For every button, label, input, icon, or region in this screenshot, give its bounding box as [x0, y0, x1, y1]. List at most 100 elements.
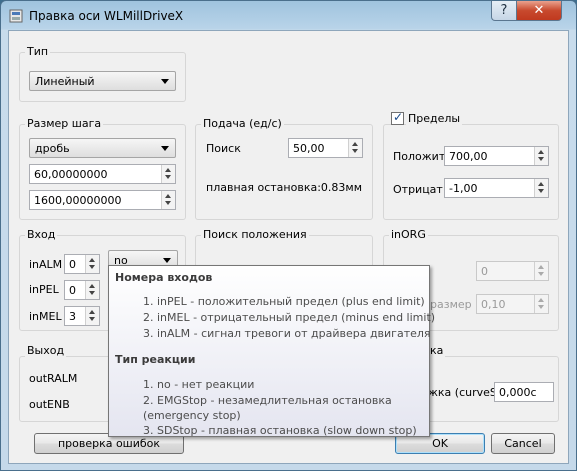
chevron-down-icon: [161, 79, 169, 84]
type-combo[interactable]: Линейный: [29, 71, 176, 91]
spin-buttons[interactable]: [534, 179, 548, 197]
spin-down-icon[interactable]: [89, 291, 95, 295]
chevron-down-icon: [161, 146, 169, 151]
outenb-label: outENB: [29, 398, 70, 411]
tooltip-item: 2. EMGStop - незамедлительная остановка: [143, 394, 392, 407]
positive-limit-value: 700,00: [449, 150, 488, 163]
step-denominator-value: 1600,00000000: [34, 194, 122, 207]
spin-buttons[interactable]: [85, 307, 99, 325]
inorg-size-label: размер: [430, 298, 472, 311]
inorg-size-input[interactable]: 0,10: [476, 294, 549, 314]
close-button[interactable]: ✕: [516, 1, 562, 21]
tooltip-popup: Номера входов 1. inPEL - положительный п…: [108, 265, 435, 437]
check-errors-label: проверка ошибок: [57, 437, 161, 450]
cancel-button[interactable]: Cancel: [491, 433, 555, 454]
spin-down-icon[interactable]: [89, 317, 95, 321]
inorg-group-title: inORG: [389, 228, 428, 241]
spin-down-icon[interactable]: [538, 157, 544, 161]
tooltip-item: 2. inMEL - отрицательный предел (minus e…: [143, 311, 436, 324]
negative-limit-input[interactable]: -1,00: [444, 178, 549, 198]
limits-checkbox[interactable]: ✓: [391, 110, 404, 125]
spin-down-icon[interactable]: [165, 201, 171, 205]
step-numerator-value: 60,00000000: [34, 168, 108, 181]
positive-limit-input[interactable]: 700,00: [444, 146, 549, 166]
spin-up-icon[interactable]: [538, 265, 544, 269]
tooltip-item: 3. SDStop - плавная остановка (slow down…: [143, 424, 417, 437]
feed-search-input[interactable]: 50,00: [288, 138, 363, 158]
window-title: Правка оси WLMillDriveX: [29, 9, 184, 23]
spin-up-icon[interactable]: [352, 142, 358, 146]
step-mode-combo[interactable]: дробь: [29, 138, 176, 158]
smooth-stop-text: плавная остановка:0.83мм: [206, 181, 363, 194]
inmel-input[interactable]: 3: [64, 306, 100, 326]
tooltip-heading-inputs: Номера входов: [115, 271, 213, 284]
inpel-label: inPEL: [29, 283, 59, 296]
feed-search-value: 50,00: [293, 142, 325, 155]
negative-limit-value: -1,00: [449, 182, 478, 195]
inorg-value: 0: [481, 265, 488, 278]
step-mode-value: дробь: [35, 142, 70, 155]
negative-limit-label: Отрицат: [393, 183, 443, 196]
spin-buttons[interactable]: [534, 262, 548, 280]
step-denominator-input[interactable]: 1600,00000000: [29, 190, 176, 210]
inorg-size-value: 0,10: [481, 298, 506, 311]
check-icon: ✓: [393, 110, 404, 124]
spin-down-icon[interactable]: [89, 265, 95, 269]
spin-buttons[interactable]: [161, 191, 175, 209]
spin-down-icon[interactable]: [538, 272, 544, 276]
spin-down-icon[interactable]: [165, 175, 171, 179]
spin-up-icon[interactable]: [538, 182, 544, 186]
inpel-input[interactable]: 0: [64, 280, 100, 300]
help-icon: ?: [500, 3, 508, 18]
spin-down-icon[interactable]: [352, 149, 358, 153]
inalm-input[interactable]: 0: [64, 254, 100, 274]
inmel-label: inMEL: [29, 310, 62, 323]
inorg-input[interactable]: 0: [476, 261, 549, 281]
inpel-value: 0: [69, 284, 76, 297]
positive-limit-label: Положит: [393, 150, 446, 163]
spin-up-icon[interactable]: [165, 168, 171, 172]
tooltip-item: (emergency stop): [143, 409, 241, 422]
curve-group-title: ка: [428, 344, 446, 357]
curve-value: 0,000c: [499, 386, 537, 399]
spin-up-icon[interactable]: [89, 258, 95, 262]
limits-group: [383, 124, 559, 220]
title-bar[interactable]: Правка оси WLMillDriveX ? ✕: [1, 1, 577, 31]
inalm-value: 0: [69, 258, 76, 271]
step-numerator-input[interactable]: 60,00000000: [29, 164, 176, 184]
tooltip-heading-reaction: Тип реакции: [115, 353, 196, 366]
chevron-down-icon: [163, 258, 171, 263]
help-button[interactable]: ?: [491, 1, 517, 21]
curve-input[interactable]: 0,000c: [494, 382, 554, 402]
cancel-label: Cancel: [504, 437, 542, 450]
input-group-title: Вход: [25, 228, 58, 241]
spin-up-icon[interactable]: [89, 284, 95, 288]
spin-buttons[interactable]: [348, 139, 362, 157]
spin-buttons[interactable]: [161, 165, 175, 183]
tooltip-item: 3. inALM - сигнал тревоги от драйвера дв…: [143, 327, 431, 340]
spin-up-icon[interactable]: [165, 194, 171, 198]
spin-buttons[interactable]: [534, 295, 548, 313]
spin-down-icon[interactable]: [538, 189, 544, 193]
tooltip-item: 1. no - нет реакции: [143, 378, 255, 391]
spin-buttons[interactable]: [85, 281, 99, 299]
inmel-value: 3: [69, 310, 76, 323]
position-search-group-title: Поиск положения: [201, 228, 309, 241]
feed-group-title: Подача (ед/с): [201, 117, 284, 130]
spin-up-icon[interactable]: [538, 298, 544, 302]
app-icon: [9, 9, 23, 23]
spin-down-icon[interactable]: [538, 305, 544, 309]
spin-buttons[interactable]: [534, 147, 548, 165]
outralm-label: outRALM: [29, 372, 78, 385]
ok-label: OK: [432, 437, 448, 450]
type-group-title: Тип: [25, 45, 51, 58]
curve-label: жка (curveS): [428, 386, 502, 399]
output-group-title: Выход: [25, 344, 67, 357]
tooltip-item: 1. inPEL - положительный предел (plus en…: [143, 295, 425, 308]
spin-buttons[interactable]: [85, 255, 99, 273]
inalm-label: inALM: [29, 258, 63, 271]
spin-up-icon[interactable]: [538, 150, 544, 154]
limits-group-title: Пределы: [406, 112, 463, 125]
spin-up-icon[interactable]: [89, 310, 95, 314]
close-icon: ✕: [533, 3, 545, 18]
